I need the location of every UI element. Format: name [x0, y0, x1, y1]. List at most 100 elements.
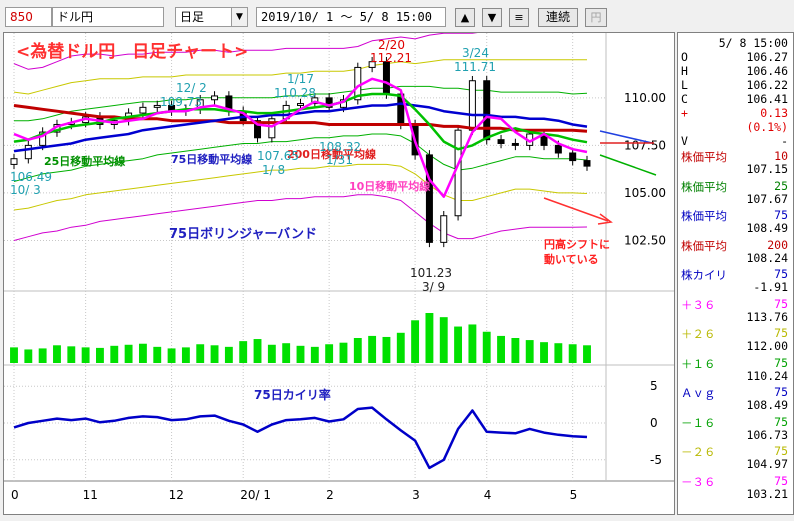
indicator-row: ＋２６ 75	[681, 326, 788, 341]
date-range-field[interactable]: 2019/10/ 1 ～ 5/ 8 15:00	[256, 7, 446, 27]
info-date: 5/ 8 15:00	[718, 36, 788, 50]
indicator-value-row: 103.21	[681, 487, 788, 501]
ohlc-value: 106.41	[746, 92, 788, 106]
x-tick-label: 3	[412, 488, 420, 502]
volume-bar	[454, 326, 463, 363]
indicator-value: 108.49	[746, 398, 788, 412]
period-select[interactable]: 日足 ▼	[175, 7, 248, 27]
volume-bar	[153, 346, 162, 363]
volume-bar	[81, 347, 90, 363]
x-tick-label: 11	[83, 488, 98, 502]
candle-body	[24, 144, 32, 160]
volume-bar	[325, 344, 334, 363]
low-date-label: 3/ 9	[422, 280, 445, 294]
candle-body	[382, 61, 390, 95]
volume-bar	[411, 320, 420, 363]
deviation-tick-label: 0	[650, 416, 658, 430]
volume-bar	[96, 347, 104, 363]
ma10-label: 10日移動平均線	[349, 179, 430, 193]
volume-bar	[396, 332, 405, 363]
price-chart[interactable]: 0 11 12 20/ 1 2 3 4 5 110.00 107.50 105.00 102.50 5…	[4, 25, 674, 514]
jan-high-value-label: 110.28	[274, 86, 316, 100]
indicator-value-row: 112.00	[681, 339, 788, 353]
volume-bar	[568, 344, 577, 363]
indicator-param: 75	[774, 355, 788, 370]
x-tick-label: 12	[169, 488, 184, 502]
dec-high-value-label: 109.73	[160, 95, 202, 109]
jan31-value-label: 108.32	[319, 140, 361, 154]
volume-bar	[196, 344, 205, 363]
volume-bar	[282, 343, 291, 363]
indicator-value: 108.24	[746, 250, 788, 265]
low-value-label: 101.23	[410, 266, 452, 280]
indicator-row: Ａｖｇ 75	[681, 385, 788, 400]
band-minus2-line	[13, 163, 588, 211]
indicator-param: 75	[774, 414, 788, 429]
volume-bar	[10, 347, 18, 363]
menu-button[interactable]: ≡	[509, 8, 529, 27]
yen-shift-arrow	[543, 197, 609, 222]
volume-bar	[24, 349, 33, 363]
indicator-param: 75	[774, 296, 788, 311]
candle-body	[211, 95, 219, 101]
jan-high-date-label: 1/17	[287, 72, 314, 86]
volume-bar	[53, 345, 61, 363]
indicator-param: 10	[774, 149, 788, 163]
change-pct: (0.1%)	[746, 120, 788, 134]
chevron-down-icon[interactable]: ▼	[231, 8, 247, 26]
price-tick-label: 107.50	[624, 138, 666, 152]
volume-bar	[425, 313, 434, 363]
ticker-code-input[interactable]: 850	[5, 7, 52, 27]
jan-low-date-label: 1/ 8	[262, 163, 285, 177]
indicator-row: 株価平均 200	[681, 238, 788, 253]
volume-bar	[210, 345, 219, 363]
candle-body	[425, 154, 433, 243]
oct-low-date-label: 10/ 3	[10, 183, 41, 197]
indicator-value-row: 107.15	[681, 162, 788, 176]
yen-shift-label-2: 動いている	[544, 252, 599, 266]
ticker-name-field: ドル円	[52, 7, 164, 27]
indicator-value: 110.24	[746, 368, 788, 383]
price-tick-label: 105.00	[624, 186, 666, 200]
deviation-tick-label: -5	[650, 453, 662, 467]
scroll-down-button[interactable]: ▼	[482, 8, 502, 27]
change-value: 0.13	[760, 106, 788, 120]
volume-bar	[439, 317, 448, 363]
oct-low-value-label: 106.49	[10, 170, 52, 184]
volume-bar	[310, 346, 319, 363]
candle-body	[440, 215, 448, 243]
indicator-value-row: -1.91	[681, 280, 788, 294]
indicator-row: ＋３６ 75	[681, 296, 788, 312]
ohlc-label: O	[681, 50, 688, 64]
volume-bar	[167, 348, 176, 363]
bollinger-label: 75日ボリンジャーバンド	[169, 226, 317, 242]
indicator-value: -1.91	[753, 280, 788, 294]
indicator-param: 75	[774, 444, 788, 458]
yen-shift-label-1: 円高シフトに	[544, 237, 610, 251]
indicator-row: 株カイリ 75	[681, 267, 788, 282]
deviation-label: 75日カイリ率	[254, 387, 331, 402]
toolbar: 850 ドル円 日足 ▼ 2019/10/ 1 ～ 5/ 8 15:00 ▲ ▼…	[0, 0, 794, 32]
volume-bar	[224, 346, 233, 363]
ohlc-label: L	[681, 78, 688, 92]
volume-bar	[382, 336, 391, 363]
volume-bar	[482, 331, 491, 363]
ohlc-label: C	[681, 92, 688, 106]
ma75-label: 75日移動平均線	[171, 152, 252, 166]
x-tick-label: 0	[11, 488, 19, 502]
indicator-param: 75	[774, 267, 788, 281]
high2-date-label: 3/24	[462, 46, 489, 60]
continuous-button[interactable]: 連続	[538, 8, 578, 27]
indicator-value: 112.00	[746, 339, 788, 353]
candle-body	[454, 129, 462, 217]
volume-value: -	[781, 134, 788, 148]
indicator-value: 107.15	[746, 162, 788, 176]
x-tick-label: 4	[484, 488, 492, 502]
indicator-value-row: 108.49	[681, 221, 788, 235]
volume-bar	[67, 346, 76, 363]
volume-bar	[497, 335, 505, 363]
candle-body	[497, 139, 505, 144]
yen-button[interactable]: 円	[585, 8, 607, 27]
scroll-up-button[interactable]: ▲	[455, 8, 475, 27]
high2-value-label: 111.71	[454, 60, 496, 74]
